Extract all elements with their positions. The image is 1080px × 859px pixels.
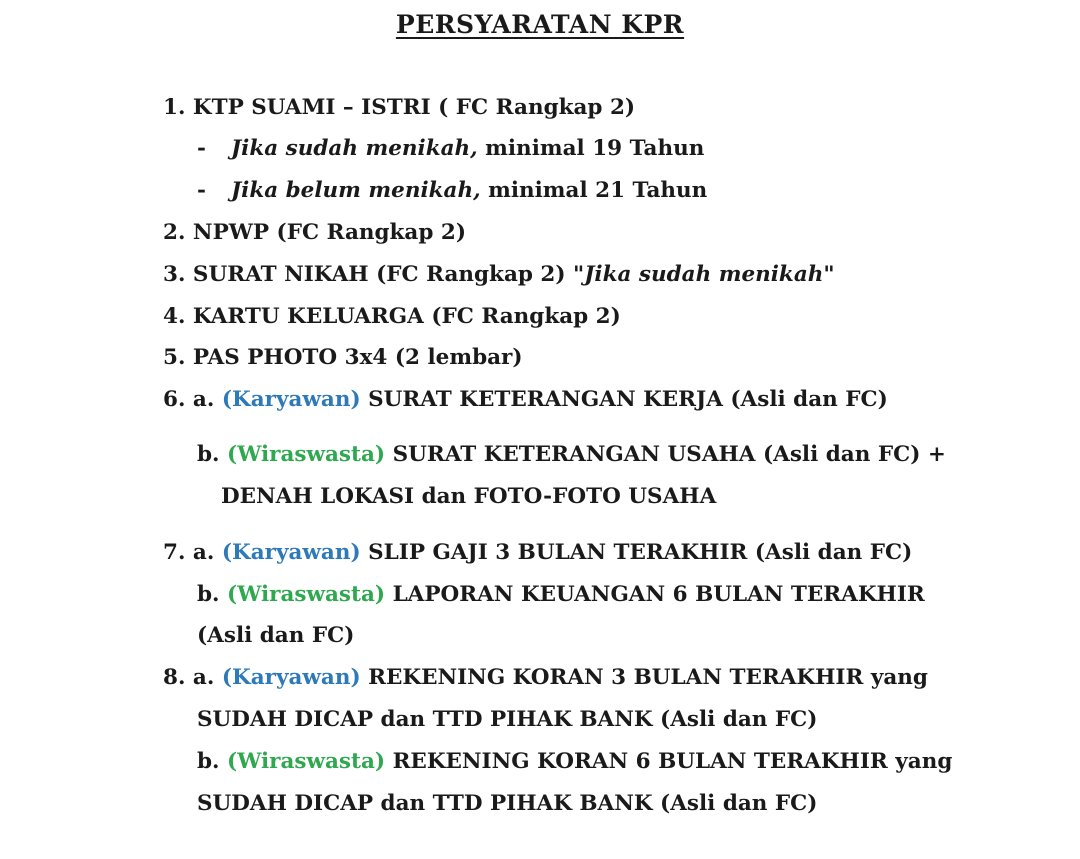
wiraswasta-tag: (Wiraswasta)	[227, 442, 386, 467]
list-item-1-sub-married: - Jika sudah menikah, minimal 19 Tahun	[197, 136, 705, 161]
wiraswasta-tag: (Wiraswasta)	[227, 749, 386, 774]
bullet-dash: -	[197, 136, 206, 161]
list-item-4: 4. KARTU KELUARGA (FC Rangkap 2)	[163, 304, 621, 329]
list-item-6a: 6. a. (Karyawan) SURAT KETERANGAN KERJA …	[163, 387, 888, 412]
karyawan-tag: (Karyawan)	[221, 665, 361, 690]
list-item-7b: b. (Wiraswasta) LAPORAN KEUANGAN 6 BULAN…	[197, 582, 925, 607]
karyawan-tag: (Karyawan)	[221, 540, 361, 565]
list-item-7b-continuation: (Asli dan FC)	[197, 623, 355, 648]
document-page: PERSYARATAN KPR 1. KTP SUAMI – ISTRI ( F…	[0, 0, 1080, 859]
bullet-dash: -	[197, 178, 206, 203]
list-item-6b-continuation: DENAH LOKASI dan FOTO-FOTO USAHA	[221, 484, 717, 509]
list-item-8a-continuation: SUDAH DICAP dan TTD PIHAK BANK (Asli dan…	[197, 707, 818, 732]
karyawan-tag: (Karyawan)	[221, 387, 361, 412]
list-item-7a: 7. a. (Karyawan) SLIP GAJI 3 BULAN TERAK…	[163, 540, 913, 565]
list-item-1: 1. KTP SUAMI – ISTRI ( FC Rangkap 2)	[163, 95, 636, 120]
list-item-2: 2. NPWP (FC Rangkap 2)	[163, 220, 467, 245]
wiraswasta-tag: (Wiraswasta)	[227, 582, 386, 607]
list-item-1-sub-unmarried: - Jika belum menikah, minimal 21 Tahun	[197, 178, 708, 203]
list-item-3: 3. SURAT NIKAH (FC Rangkap 2) "Jika suda…	[163, 262, 835, 287]
list-item-8a: 8. a. (Karyawan) REKENING KORAN 3 BULAN …	[163, 665, 928, 690]
page-title: PERSYARATAN KPR	[395, 10, 685, 39]
list-item-8b: b. (Wiraswasta) REKENING KORAN 6 BULAN T…	[197, 749, 953, 774]
list-item-5: 5. PAS PHOTO 3x4 (2 lembar)	[163, 345, 523, 370]
list-item-6b: b. (Wiraswasta) SURAT KETERANGAN USAHA (…	[197, 442, 946, 467]
list-item-8b-continuation: SUDAH DICAP dan TTD PIHAK BANK (Asli dan…	[197, 791, 818, 816]
